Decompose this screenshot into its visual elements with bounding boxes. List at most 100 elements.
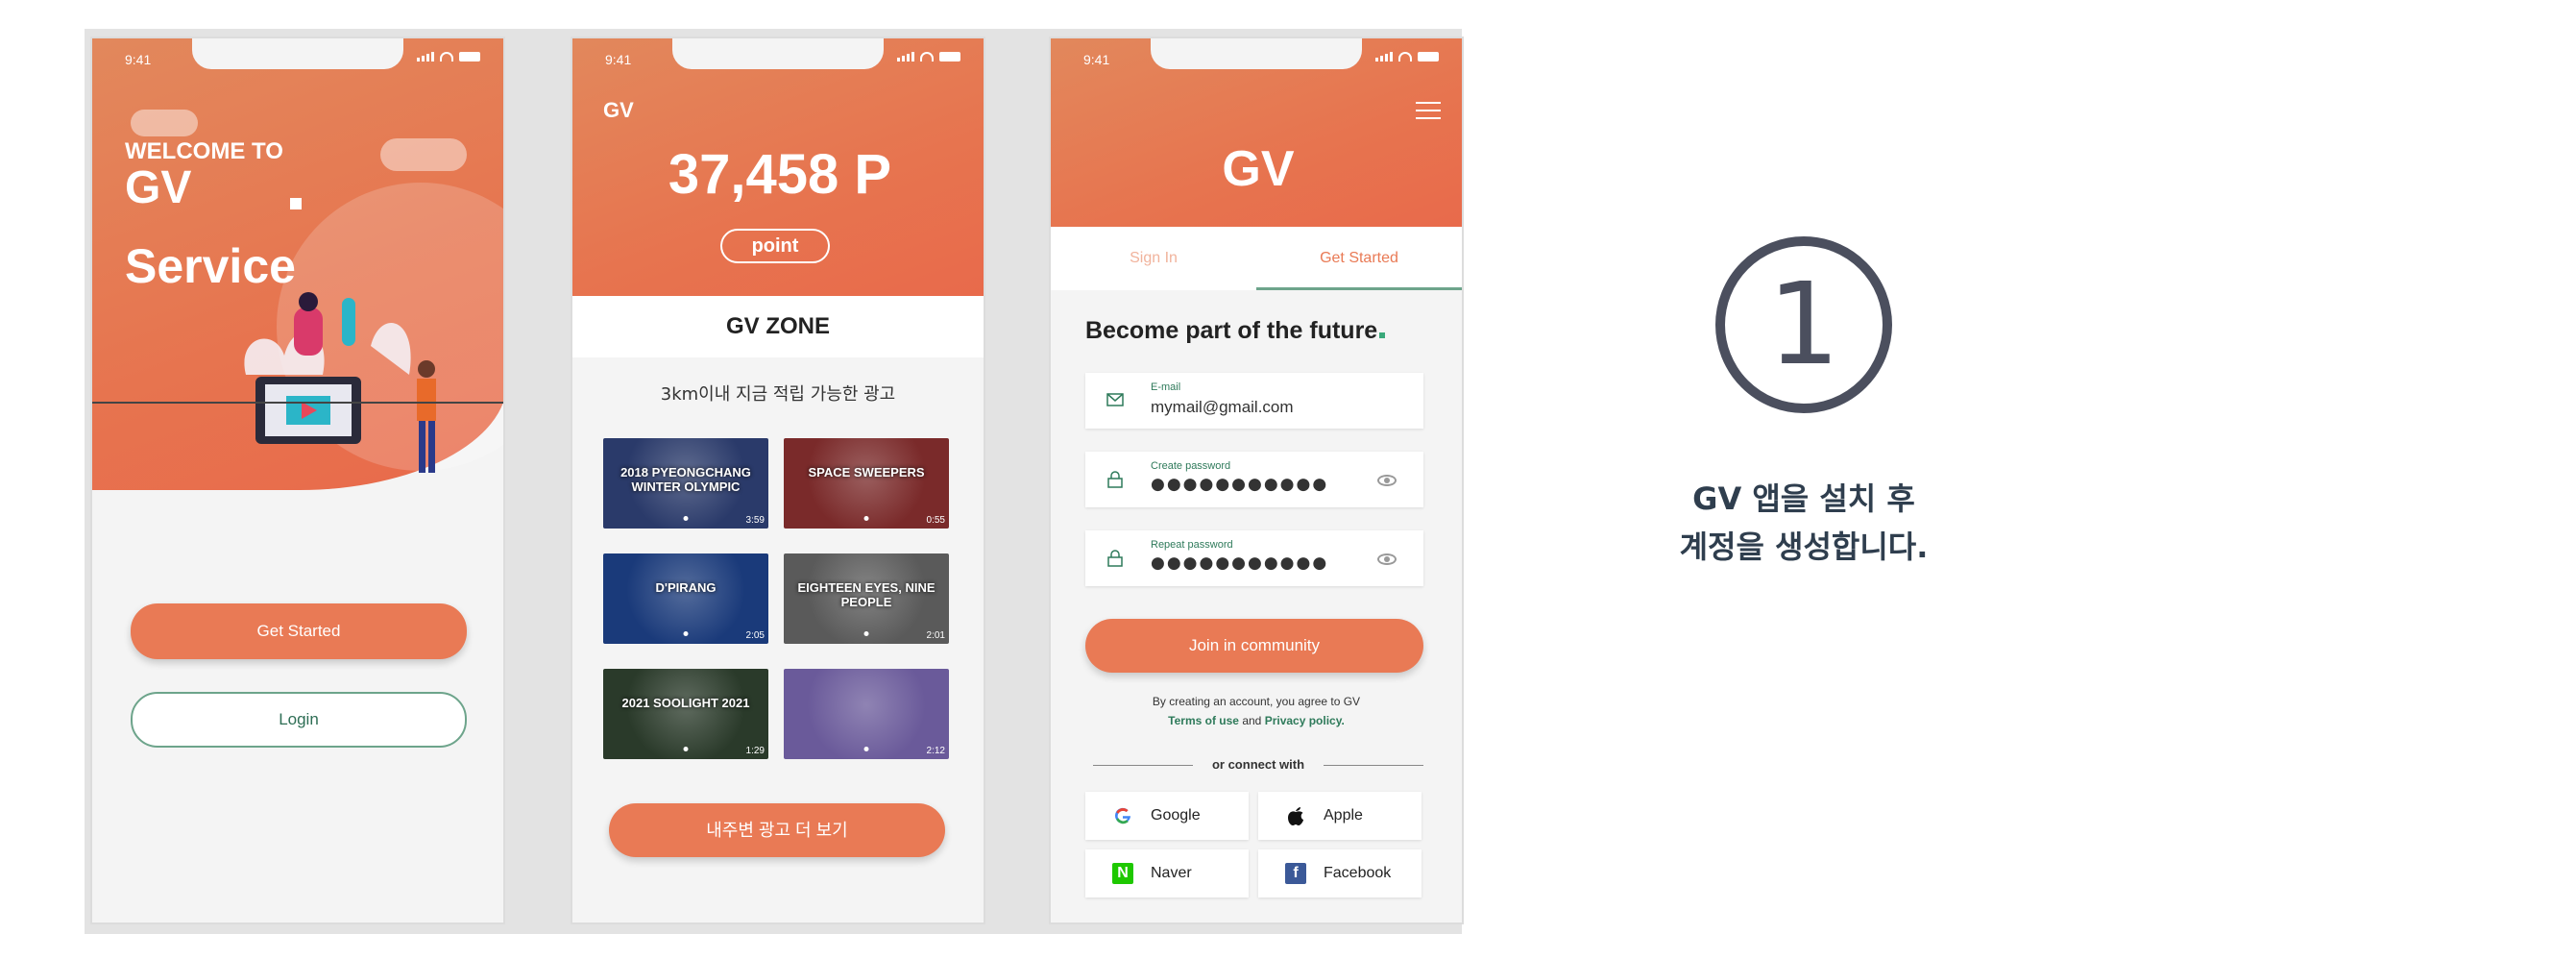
facebook-login-button[interactable]: f Facebook: [1258, 849, 1422, 898]
page-title: Become part of the future: [1085, 317, 1386, 345]
notch: [1151, 38, 1362, 69]
password-mask: ●●●●●●●●●●●: [1151, 475, 1329, 494]
ad-thumbnail[interactable]: 2018 PYEONGCHANG WINTER OLYMPIC 3:59: [603, 438, 768, 529]
repeat-password-field[interactable]: Repeat password ●●●●●●●●●●●: [1085, 530, 1423, 586]
signal-icon: [1375, 52, 1393, 61]
apple-icon: [1285, 805, 1306, 826]
email-field[interactable]: E-mail mymail@gmail.com: [1085, 373, 1423, 429]
apple-label: Apple: [1324, 807, 1363, 824]
get-started-button[interactable]: Get Started: [131, 603, 467, 659]
status-bar: 9:41: [92, 38, 503, 77]
facebook-icon: f: [1285, 863, 1306, 884]
more-ads-button[interactable]: 내주변 광고 더 보기: [609, 803, 945, 857]
terms-line: By creating an account, you agree to GV: [1152, 695, 1361, 708]
caption-line-1: GV 앱을 설치 후: [1692, 480, 1915, 517]
brand-logo: GV: [603, 98, 634, 122]
ad-thumbnail[interactable]: SPACE SWEEPERS 0:55: [784, 438, 949, 529]
zone-title: GV ZONE: [572, 296, 984, 357]
privacy-policy-link[interactable]: Privacy policy.: [1265, 714, 1345, 727]
zone-subtitle: 3km이내 지금 적립 가능한 광고: [660, 384, 896, 405]
facebook-label: Facebook: [1324, 865, 1392, 881]
ad-title: 2018 PYEONGCHANG WINTER OLYMPIC: [620, 465, 751, 494]
ad-duration: 3:59: [745, 515, 765, 526]
wifi-icon: [1398, 52, 1412, 61]
wifi-icon: [440, 52, 453, 61]
points-hero: GV 37,458 P point: [572, 38, 984, 296]
welcome-service: Service: [125, 239, 296, 293]
tab-sign-in[interactable]: Sign In: [1051, 227, 1256, 290]
notch: [672, 38, 884, 69]
eye-icon[interactable]: [1377, 553, 1397, 565]
connect-text: or connect with: [1211, 757, 1305, 772]
phone-points: GV 37,458 P point GV ZONE 3km이내 지금 적립 가능…: [571, 37, 985, 924]
decorative-dot: [290, 198, 302, 209]
welcome-brand: GV: [125, 162, 192, 213]
cloud-icon: [380, 138, 467, 171]
ad-duration: 0:55: [926, 515, 945, 526]
google-login-button[interactable]: Google: [1085, 792, 1249, 840]
status-bar: 9:41: [572, 38, 984, 77]
status-time: 9:41: [1083, 52, 1110, 67]
lock-icon: [1107, 471, 1123, 488]
phone-welcome: WELCOME TO GV Service Get Started Login …: [90, 37, 505, 924]
caption-line-2: 계정을 생성합니다.: [1679, 529, 1929, 565]
google-icon: [1112, 805, 1133, 826]
create-password-field[interactable]: Create password ●●●●●●●●●●●: [1085, 452, 1423, 507]
apple-login-button[interactable]: Apple: [1258, 792, 1422, 840]
tab-get-started[interactable]: Get Started: [1256, 227, 1462, 290]
ad-thumbnail[interactable]: 2:12: [784, 669, 949, 759]
wifi-icon: [920, 52, 934, 61]
brand-logo: GV: [1222, 141, 1295, 197]
points-balance: 37,458 P: [668, 143, 892, 206]
battery-icon: [459, 52, 480, 61]
notch: [192, 38, 403, 69]
ad-duration: 2:01: [926, 630, 945, 641]
welcome-hero: WELCOME TO GV Service: [92, 38, 503, 490]
email-value: mymail@gmail.com: [1151, 398, 1294, 416]
ad-title: SPACE SWEEPERS: [808, 465, 925, 480]
lock-icon: [1107, 550, 1123, 567]
cloud-icon: [131, 110, 198, 136]
email-label: E-mail: [1151, 381, 1181, 393]
ad-title: EIGHTEEN EYES, NINE PEOPLE: [797, 580, 936, 609]
phone-signup: GV Sign In Get Started Become part of th…: [1049, 37, 1464, 924]
ad-duration: 1:29: [745, 746, 765, 756]
battery-icon: [1418, 52, 1439, 61]
terms-of-use-link[interactable]: Terms of use: [1168, 714, 1239, 727]
join-community-button[interactable]: Join in community: [1085, 619, 1423, 673]
ad-title: D'PIRANG: [655, 580, 717, 595]
ad-title: 2021 SOOLIGHT 2021: [621, 696, 750, 710]
status-bar: 9:41: [1051, 38, 1462, 77]
auth-tabs: Sign In Get Started: [1051, 227, 1462, 290]
signal-icon: [417, 52, 434, 61]
status-time: 9:41: [605, 52, 632, 67]
point-button[interactable]: point: [720, 229, 830, 263]
ad-duration: 2:12: [926, 746, 945, 756]
decorative-dot: [1379, 332, 1386, 338]
mockup-board: WELCOME TO GV Service Get Started Login …: [85, 29, 1464, 934]
naver-icon: N: [1112, 863, 1133, 884]
battery-icon: [939, 52, 960, 61]
repeat-password-label: Repeat password: [1151, 539, 1233, 551]
ground-line: [92, 402, 503, 404]
password-mask: ●●●●●●●●●●●: [1151, 553, 1329, 573]
ad-thumbnail[interactable]: 2021 SOOLIGHT 2021 1:29: [603, 669, 768, 759]
eye-icon[interactable]: [1377, 475, 1397, 486]
create-password-label: Create password: [1151, 460, 1231, 472]
menu-icon[interactable]: [1416, 102, 1441, 125]
terms-and-text: and: [1242, 714, 1262, 727]
ad-thumbnail[interactable]: D'PIRANG 2:05: [603, 553, 768, 644]
google-label: Google: [1151, 807, 1201, 824]
ad-duration: 2:05: [745, 630, 765, 641]
signal-icon: [897, 52, 914, 61]
naver-login-button[interactable]: N Naver: [1085, 849, 1249, 898]
terms-notice: By creating an account, you agree to GV …: [1051, 692, 1462, 730]
login-button[interactable]: Login: [131, 692, 467, 748]
step-caption: GV 앱을 설치 후 계정을 생성합니다.: [1575, 475, 2032, 571]
ad-thumbnail[interactable]: EIGHTEEN EYES, NINE PEOPLE 2:01: [784, 553, 949, 644]
naver-label: Naver: [1151, 865, 1192, 881]
mail-icon: [1106, 393, 1124, 406]
step-number-badge: 1: [1715, 236, 1892, 413]
people-illustration-icon: [244, 292, 436, 473]
status-time: 9:41: [125, 52, 152, 67]
